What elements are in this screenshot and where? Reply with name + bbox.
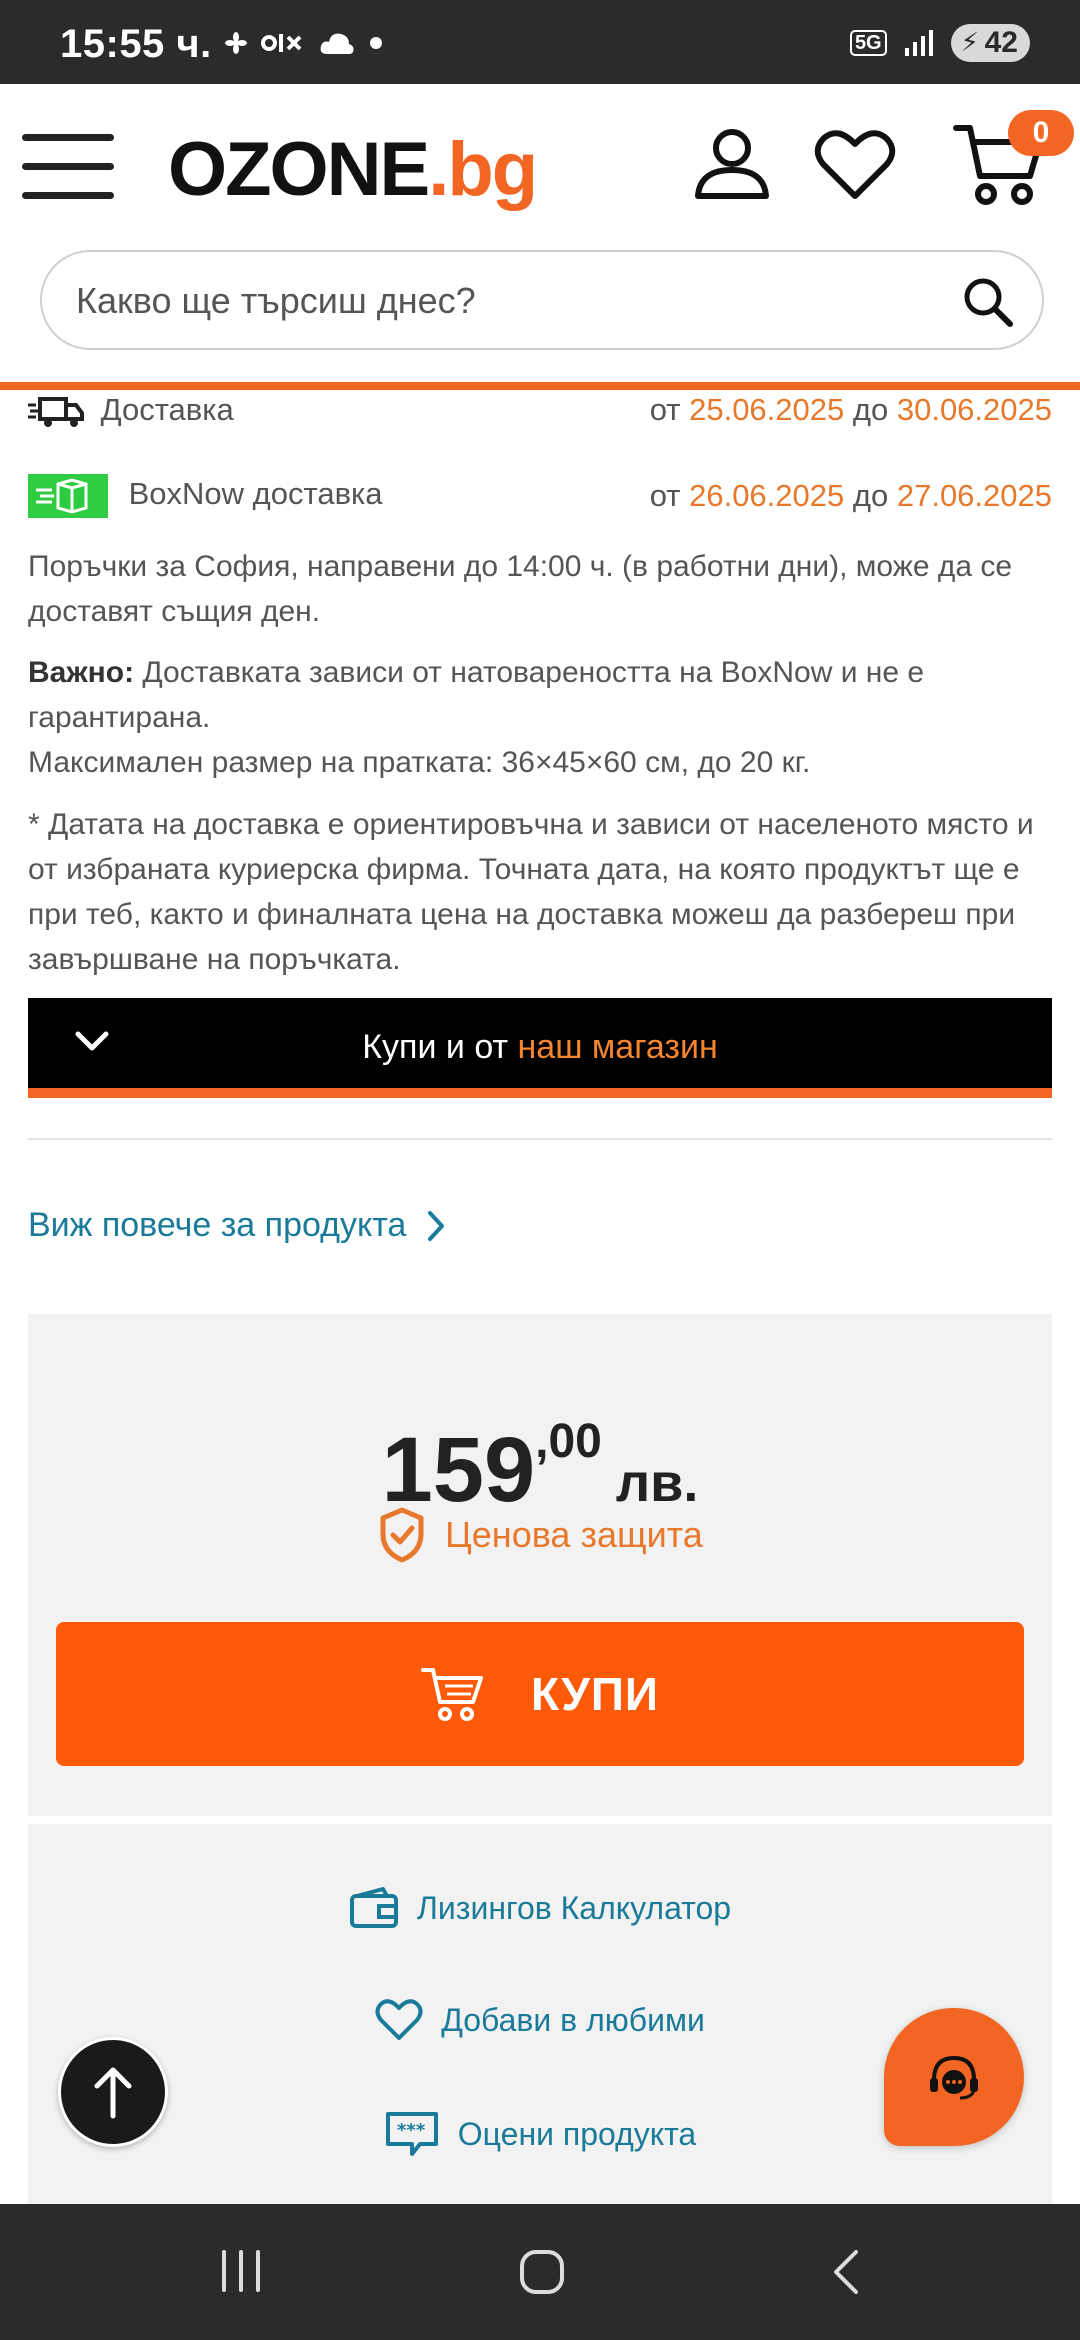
user-account-icon[interactable] [692,124,772,204]
wallet-icon [349,1887,398,1928]
arrow-up-icon [94,2067,132,2119]
price-protection-label: Ценова защита [445,1514,703,1555]
price-decimal: ,00 [535,1415,602,1468]
headset-chat-icon [930,2055,978,2100]
product-details-link-label: Виж повече за продукта [28,1206,407,1244]
rate-product-label: Оцени продукта [457,2115,697,2152]
site-header: OZONE.bg 0 [0,84,1080,390]
dot-icon [370,37,382,49]
delivery-courier-row: Доставка от 25.06.2025 до 30.06.2025 [28,392,1052,429]
logo-suffix: bg [447,127,538,212]
logo-main: OZONE [168,127,430,212]
add-to-favorites-label: Добави в любими [441,2001,705,2038]
heart-icon [375,1999,423,2040]
delivery-boxnow-row: BoxNow доставка от 26.06.2025 до 27.06.2… [28,474,1052,518]
important-label: Важно: [28,656,135,689]
boxnow-icon [28,474,108,518]
buy-in-store-text: Купи и от наш магазин [362,1028,718,1066]
buy-button-label: КУПИ [531,1668,659,1720]
battery-level: 42 [984,26,1018,59]
buy-in-store-toggle[interactable]: Купи и от наш магазин [28,998,1052,1098]
network-badge: 5G [849,30,887,56]
delivery-courier-label: Доставка [100,392,234,427]
chat-support-button[interactable] [884,2008,1024,2146]
search-bar [40,250,1044,350]
signal-icon [904,30,933,56]
search-input[interactable] [76,274,956,328]
delivery-boxnow-label: BoxNow доставка [128,476,383,512]
rating-comment-icon: *** [385,2112,438,2156]
delivery-truck-icon [28,396,84,427]
price-currency: лв. [615,1453,699,1513]
olx-icon [261,34,302,52]
svg-text:***: *** [397,2120,426,2141]
price-box: 159,00лв. Ценова защита КУПИ [28,1314,1052,1816]
price-protection[interactable]: Ценова защита [28,1506,1052,1564]
charging-icon: ⚡ [960,27,979,57]
status-time: 15:55 ч. [60,22,212,66]
leasing-calculator-link[interactable]: Лизингов Калкулатор [28,1886,1052,1930]
delivery-courier-dates: от 25.06.2025 до 30.06.2025 [649,392,1052,427]
menu-icon[interactable] [22,134,114,200]
delivery-boxnow-dates: от 26.06.2025 до 27.06.2025 [649,478,1052,513]
notification-icons [225,30,383,56]
recent-apps-icon[interactable] [218,2248,264,2294]
search-icon[interactable] [960,274,1016,330]
sofia-delivery-note: Поръчки за София, направени до 14:00 ч. … [28,550,1013,628]
chevron-right-icon [428,1210,445,1241]
shield-check-icon [380,1507,424,1563]
buy-button[interactable]: КУПИ [56,1622,1024,1766]
system-nav-bar [0,2204,1080,2340]
cloud-icon [320,33,354,54]
max-package-size: Максимален размер на пратката: 36×45×60 … [28,746,811,779]
battery-indicator: ⚡ 42 [950,24,1030,62]
divider [28,1138,1052,1140]
leasing-calculator-label: Лизингов Калкулатор [416,1889,732,1926]
product-actions: Лизингов Калкулатор Добави в любими *** … [28,1824,1052,2204]
status-bar: 15:55 ч. 5G ⚡ 42 [0,0,1080,84]
cart-icon [421,1668,484,1721]
delivery-disclaimer: * Датата на доставка е ориентировъчна и … [28,808,1034,976]
fan-icon [225,32,247,54]
scroll-to-top-button[interactable] [58,2037,168,2147]
heart-icon[interactable] [814,124,896,204]
home-icon[interactable] [518,2248,566,2296]
product-details-link[interactable]: Виж повече за продукта [28,1206,446,1245]
back-icon[interactable] [830,2248,860,2296]
site-logo[interactable]: OZONE.bg [168,126,538,213]
cart-count-badge: 0 [1008,110,1074,156]
important-note: Важно: Доставката зависи от натовареност… [28,650,1058,785]
important-text: Доставката зависи от натовареността на B… [28,656,925,734]
